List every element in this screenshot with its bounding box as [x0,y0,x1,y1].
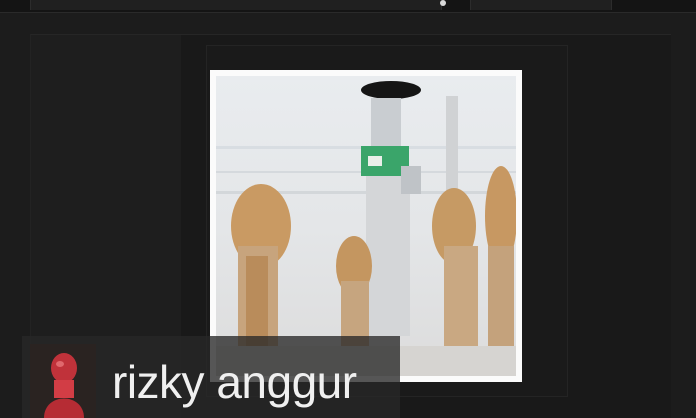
toolbar-dot-icon[interactable] [440,0,446,6]
participant-username: rizky anggur [112,356,357,408]
avatar-illustration [30,344,96,418]
photo-illustration [216,76,516,376]
user-avatar-icon [30,344,96,418]
video-screen: rizky anggur [0,0,696,418]
toolbar-segment-left[interactable] [30,0,442,10]
participant-name-tag: rizky anggur [22,336,400,418]
top-toolbar [0,0,696,13]
toolbar-segment-right[interactable] [470,0,612,10]
